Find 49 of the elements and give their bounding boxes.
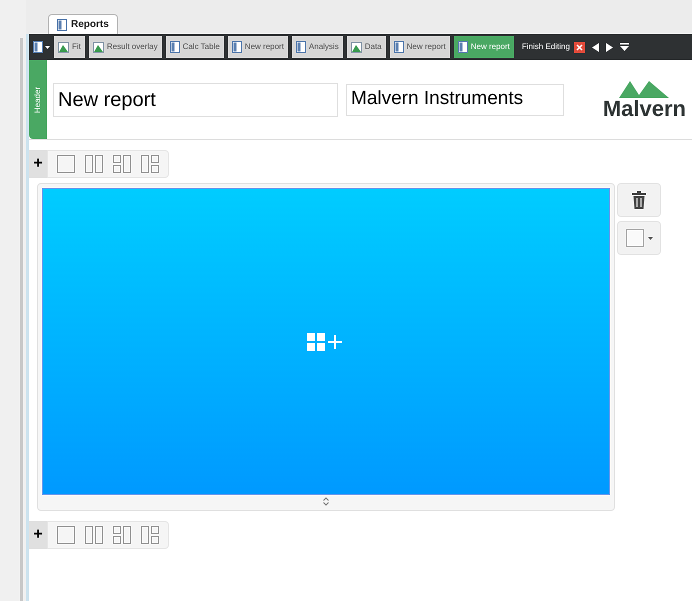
color-swatch-icon [626,229,644,247]
window-tab[interactable]: Reports [48,14,118,34]
document-icon [458,41,468,53]
close-icon[interactable] [574,42,585,52]
mixed-layout-icon [141,155,159,173]
trash-icon [632,191,646,209]
report-tab[interactable]: New report [390,36,450,58]
document-icon [232,41,242,53]
chart-icon [58,42,69,52]
header-section-tab[interactable]: Header [29,60,47,139]
add-widget-icon [307,332,345,352]
background-color-button[interactable] [617,221,661,255]
delete-button[interactable] [617,183,661,217]
report-menu-button[interactable] [33,41,50,53]
report-tab[interactable]: New report [454,36,514,58]
company-logo: Malvern [602,80,686,120]
chart-icon [350,42,362,52]
report-tab[interactable]: Analysis [292,36,343,58]
two-column-icon [85,526,103,544]
two-column-icon [85,155,103,173]
mountain-logo-icon [619,80,670,98]
add-button[interactable]: + [29,521,47,549]
report-tab[interactable]: New report [228,36,288,58]
document-icon [394,41,404,53]
caret-icon [45,46,50,48]
finish-editing-button[interactable]: Finish Editing [522,41,570,53]
window-tab-title: Reports [71,18,109,32]
report-title-field[interactable]: New report [53,82,338,116]
left-arrow-icon[interactable] [592,42,599,52]
single-column-icon [57,155,75,173]
grid-layout-icon [113,526,131,544]
caret-icon [648,236,652,240]
chart-icon [92,42,104,52]
report-tab[interactable]: Result overlay [88,36,162,58]
add-button[interactable]: + [29,150,47,178]
document-icon [33,41,43,53]
mixed-layout-icon [141,526,159,544]
resize-handle-icon[interactable] [323,497,329,506]
right-arrow-icon[interactable] [606,42,613,52]
document-icon [170,41,180,53]
company-name-field[interactable]: Malvern Instruments [346,84,564,116]
report-tab[interactable]: Data [346,36,386,58]
report-tab[interactable]: Fit [54,36,85,58]
single-column-icon [57,526,75,544]
document-icon [296,41,306,53]
grid-layout-icon [113,155,131,173]
document-icon [57,18,67,30]
report-tab[interactable]: Calc Table [166,36,224,58]
overflow-menu-icon[interactable] [620,42,629,52]
